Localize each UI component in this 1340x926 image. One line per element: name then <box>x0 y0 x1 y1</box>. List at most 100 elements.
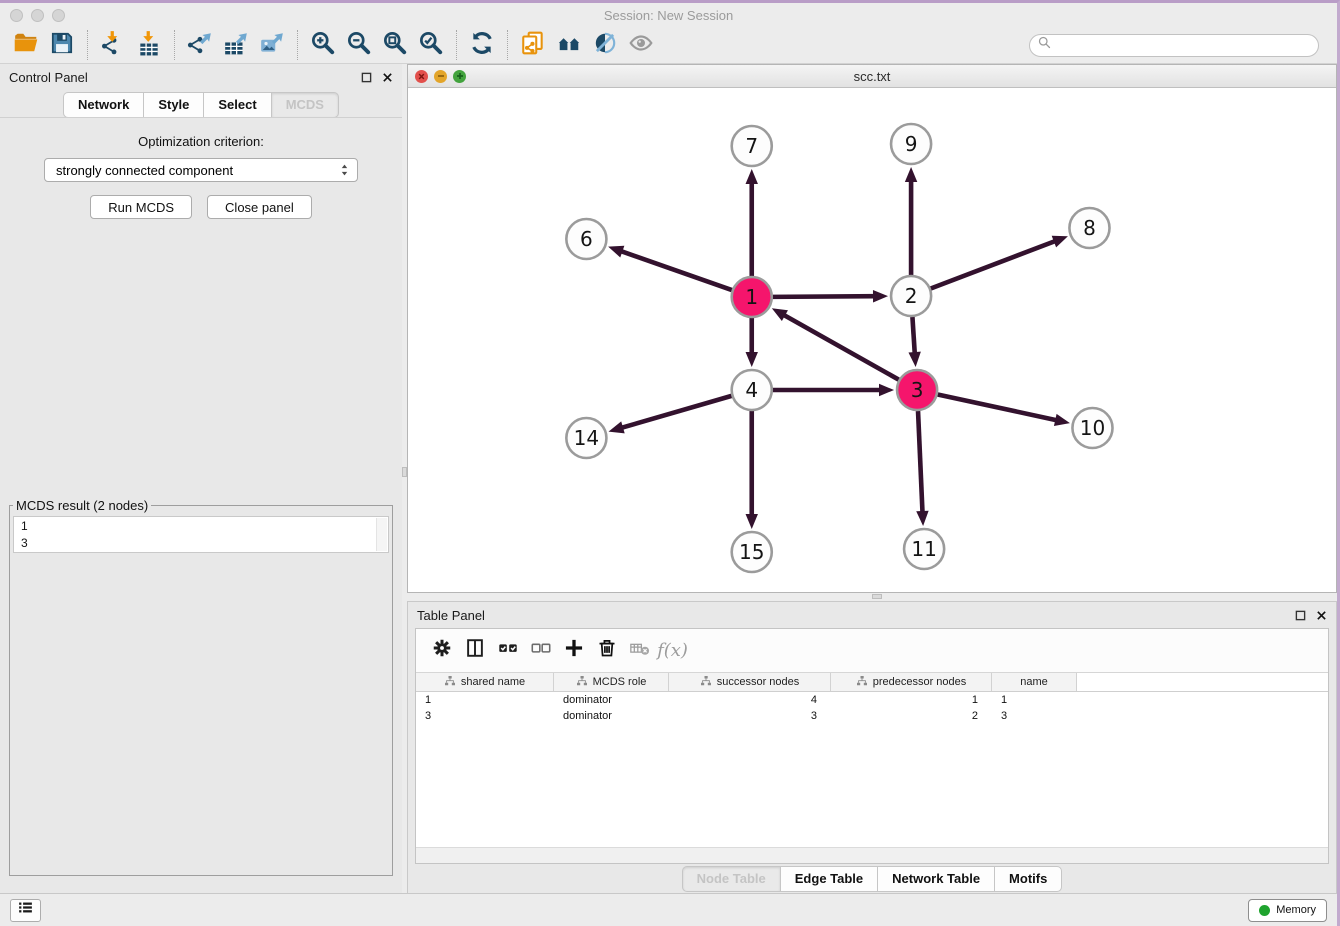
graph-edge-3-1[interactable] <box>772 308 899 379</box>
frame-close-icon[interactable] <box>415 70 428 83</box>
table-cell[interactable]: 2 <box>831 710 992 722</box>
home-button[interactable] <box>551 30 587 61</box>
graph-node-11[interactable]: 11 <box>904 529 944 569</box>
graph-node-15[interactable]: 15 <box>732 532 772 572</box>
memory-button[interactable]: Memory <box>1248 899 1327 922</box>
close-table-panel-icon[interactable] <box>1315 609 1327 621</box>
column-header-shared-name[interactable]: shared name <box>416 673 554 691</box>
horizontal-splitter[interactable] <box>407 593 1337 601</box>
frame-maximize-icon[interactable] <box>453 70 466 83</box>
graph-edge-4-15[interactable] <box>746 411 758 529</box>
graph-edge-4-14[interactable] <box>609 396 732 433</box>
minimize-window-button[interactable] <box>31 9 44 22</box>
network-canvas[interactable]: 7 9 6 8 1 2 4 3 14 10 15 11 <box>408 88 1336 592</box>
close-panel-button[interactable]: Close panel <box>207 195 312 219</box>
zoom-selected-button[interactable] <box>413 30 449 61</box>
column-header-MCDS-role[interactable]: MCDS role <box>554 673 669 691</box>
tab-node-table[interactable]: Node Table <box>682 866 780 892</box>
close-window-button[interactable] <box>10 9 23 22</box>
run-mcds-button[interactable]: Run MCDS <box>90 195 192 219</box>
float-table-panel-icon[interactable] <box>1294 609 1306 621</box>
open-session-button[interactable] <box>8 30 44 61</box>
table-row[interactable]: 1dominator411 <box>416 692 1328 708</box>
graph-edge-1-2[interactable] <box>773 290 888 302</box>
graph-node-6[interactable]: 6 <box>566 219 606 259</box>
tab-style[interactable]: Style <box>143 92 203 118</box>
result-scrollbar[interactable] <box>376 518 387 551</box>
panel-splitter[interactable] <box>402 64 407 893</box>
table-cell[interactable]: 3 <box>992 710 1077 722</box>
export-network-button[interactable] <box>182 30 218 61</box>
graph-edge-3-11[interactable] <box>916 411 928 526</box>
settings-button[interactable] <box>425 634 458 667</box>
horizontal-splitter-grip[interactable] <box>872 594 882 599</box>
splitter-grip[interactable] <box>402 467 407 477</box>
tab-network[interactable]: Network <box>63 92 143 118</box>
graph-node-3[interactable]: 3 <box>897 370 937 410</box>
graph-node-14[interactable]: 14 <box>566 418 606 458</box>
graph-edge-4-3[interactable] <box>773 384 894 396</box>
frame-minimize-icon[interactable] <box>434 70 447 83</box>
control-panel-tabs: NetworkStyleSelectMCDS <box>0 90 402 118</box>
svg-text:6: 6 <box>580 227 593 251</box>
export-image-button[interactable] <box>254 30 290 61</box>
table-cell[interactable]: 3 <box>416 710 554 722</box>
table-cell[interactable]: 4 <box>669 694 831 706</box>
clone-network-button[interactable] <box>515 30 551 61</box>
table-cell[interactable]: 3 <box>669 710 831 722</box>
mcds-result-area[interactable]: 1 3 <box>13 516 389 553</box>
zoom-in-button[interactable] <box>305 30 341 61</box>
task-history-button[interactable] <box>10 899 41 922</box>
apply-layout-button[interactable] <box>464 30 500 61</box>
tab-mcds[interactable]: MCDS <box>271 92 339 118</box>
export-table-button[interactable] <box>218 30 254 61</box>
graph-edge-2-8[interactable] <box>931 236 1068 289</box>
graph-node-7[interactable]: 7 <box>732 126 772 166</box>
tab-motifs[interactable]: Motifs <box>994 866 1062 892</box>
optimization-criterion-select[interactable]: strongly connected component <box>44 158 358 182</box>
zoom-out-button[interactable] <box>341 30 377 61</box>
table-cell[interactable]: 1 <box>831 694 992 706</box>
graph-edge-3-10[interactable] <box>938 394 1070 426</box>
import-table-button[interactable] <box>131 30 167 61</box>
select-all-button[interactable] <box>491 634 524 667</box>
import-network-button[interactable] <box>95 30 131 61</box>
table-row[interactable]: 3dominator323 <box>416 708 1328 724</box>
column-header-name[interactable]: name <box>992 673 1077 691</box>
graph-node-2[interactable]: 2 <box>891 276 931 316</box>
graph-node-4[interactable]: 4 <box>732 370 772 410</box>
graph-node-9[interactable]: 9 <box>891 124 931 164</box>
add-row-button[interactable] <box>557 634 590 667</box>
maximize-window-button[interactable] <box>52 9 65 22</box>
graph-node-1[interactable]: 1 <box>732 277 772 317</box>
tab-edge-table[interactable]: Edge Table <box>780 866 877 892</box>
graph-node-8[interactable]: 8 <box>1069 208 1109 248</box>
zoom-fit-button[interactable] <box>377 30 413 61</box>
graph-edge-2-9[interactable] <box>905 167 917 275</box>
table-cell[interactable]: 1 <box>992 694 1077 706</box>
show-hide-button[interactable] <box>623 30 659 61</box>
tab-network-table[interactable]: Network Table <box>877 866 994 892</box>
deselect-all-button[interactable] <box>524 634 557 667</box>
search-box[interactable] <box>1029 34 1319 57</box>
graph-edge-1-6[interactable] <box>608 246 732 290</box>
delete-row-button[interactable] <box>590 634 623 667</box>
table-cell[interactable]: 1 <box>416 694 554 706</box>
columns-button[interactable] <box>458 634 491 667</box>
table-cell[interactable]: dominator <box>554 694 669 706</box>
graph-edge-2-3[interactable] <box>908 317 920 367</box>
tab-select[interactable]: Select <box>203 92 270 118</box>
column-header-successor-nodes[interactable]: successor nodes <box>669 673 831 691</box>
svg-text:1: 1 <box>745 285 758 309</box>
save-session-button[interactable] <box>44 30 80 61</box>
graph-edge-1-4[interactable] <box>746 318 758 367</box>
float-panel-icon[interactable] <box>360 71 372 83</box>
graph-edge-1-7[interactable] <box>746 169 758 276</box>
graph-node-10[interactable]: 10 <box>1072 408 1112 448</box>
close-panel-icon[interactable] <box>381 71 393 83</box>
toggle-graphics-details-button[interactable] <box>587 30 623 61</box>
search-input[interactable] <box>1052 37 1318 53</box>
table-hscrollbar[interactable] <box>416 847 1328 863</box>
column-header-predecessor-nodes[interactable]: predecessor nodes <box>831 673 992 691</box>
table-cell[interactable]: dominator <box>554 710 669 722</box>
